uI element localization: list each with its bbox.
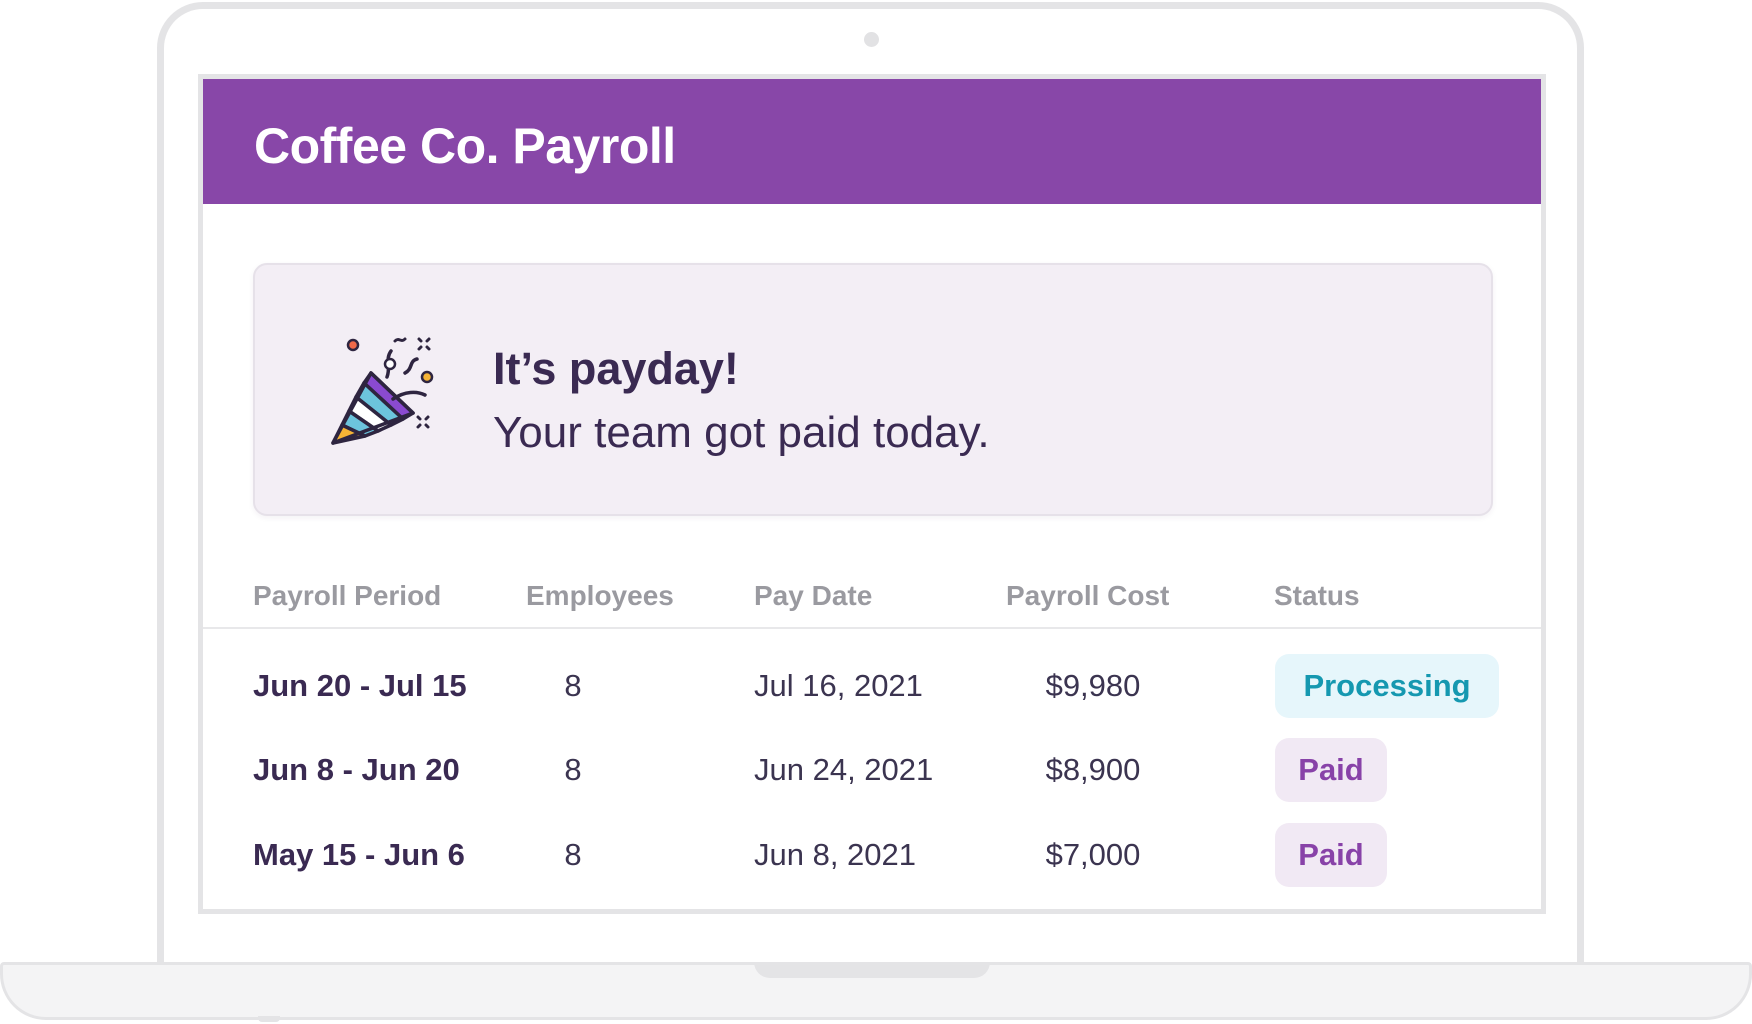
app-title: Coffee Co. Payroll [254,118,676,174]
table-row[interactable]: Jun 20 - Jul 15 8 Jul 16, 2021 $9,980 Pr… [203,651,1541,721]
pay-date-cell: Jun 8, 2021 [754,837,917,872]
pay-date-cell: Jun 24, 2021 [754,752,934,787]
payroll-period-cell: May 15 - Jun 6 [253,837,465,872]
payroll-period-cell: Jun 8 - Jun 20 [253,752,460,787]
table-row[interactable]: May 15 - Jun 6 8 Jun 8, 2021 $7,000 Paid [203,820,1541,890]
app-header: Coffee Co. Payroll [203,79,1541,204]
laptop-foot [258,1016,280,1022]
employees-cell: 8 [564,837,582,872]
employees-cell: 8 [564,668,582,703]
payroll-period-cell: Jun 20 - Jul 15 [253,668,467,703]
laptop-mockup: Coffee Co. Payroll It’s payday! Your tea… [0,0,1752,1024]
column-header-status[interactable]: Status [1274,580,1360,612]
table-header-divider [203,627,1541,629]
party-popper-icon [331,337,434,445]
payroll-cost-cell: $8,900 [1045,752,1141,787]
payday-banner: It’s payday! Your team got paid today. [253,263,1493,516]
pay-date-cell: Jul 16, 2021 [754,668,923,703]
status-badge[interactable]: Paid [1275,823,1387,887]
column-header-pay-date[interactable]: Pay Date [754,580,872,612]
camera-dot [864,32,879,47]
table-row[interactable]: Jun 8 - Jun 20 8 Jun 24, 2021 $8,900 Pai… [203,735,1541,805]
employees-cell: 8 [564,752,582,787]
banner-title: It’s payday! [493,343,739,394]
column-header-payroll-cost[interactable]: Payroll Cost [1006,580,1169,612]
laptop-notch [754,962,990,978]
payroll-cost-cell: $7,000 [1045,837,1141,872]
column-header-payroll-period[interactable]: Payroll Period [253,580,441,612]
app-screen: Coffee Co. Payroll It’s payday! Your tea… [198,74,1546,914]
status-badge[interactable]: Paid [1275,738,1387,802]
column-header-employees[interactable]: Employees [526,580,674,612]
status-badge[interactable]: Processing [1275,654,1499,718]
banner-subtitle: Your team got paid today. [493,408,990,457]
payroll-cost-cell: $9,980 [1045,668,1141,703]
